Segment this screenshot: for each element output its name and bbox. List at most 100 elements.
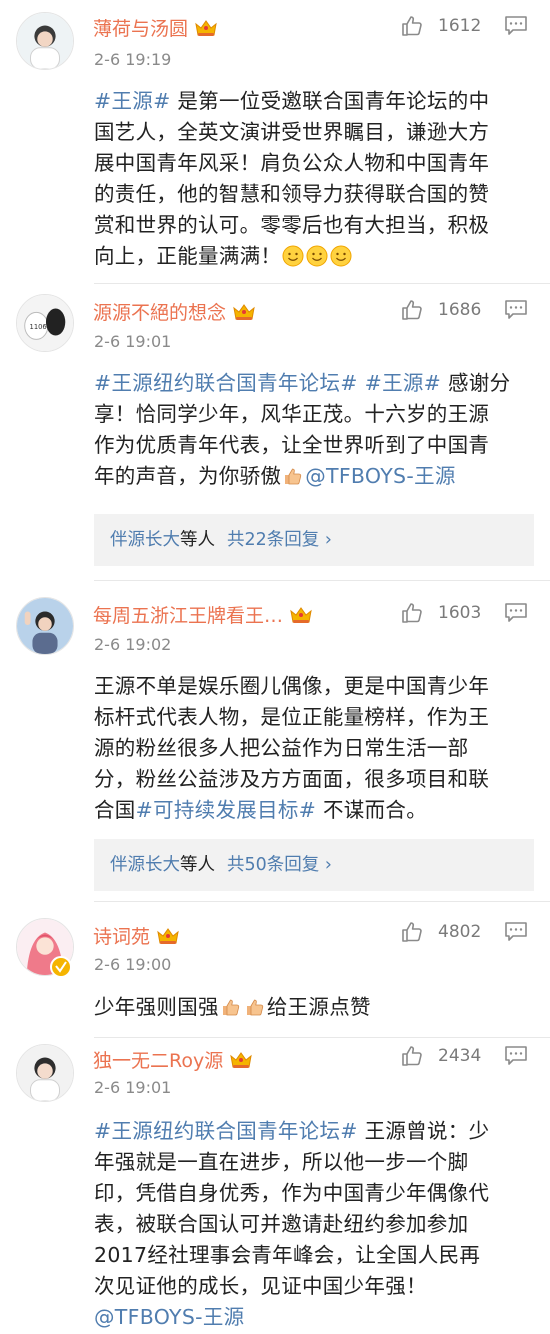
username-text: 独一无二Roy源	[93, 1050, 224, 1072]
avatar[interactable]	[16, 1044, 74, 1102]
text-segment: 是第一位受邀联合国青年论坛的中	[170, 89, 490, 113]
reply-icon[interactable]	[504, 602, 528, 624]
username-text: 每周五浙江王牌看王…	[93, 605, 284, 627]
text-line: 合国#可持续发展目标# 不谋而合。	[94, 795, 534, 826]
divider	[94, 901, 550, 902]
text-line: @TFBOYS-王源	[94, 1302, 534, 1333]
reply-mid-text: 等人	[180, 855, 215, 875]
reply-icon[interactable]	[504, 15, 528, 37]
crown-icon	[156, 926, 180, 946]
smile-emoji-icon	[330, 245, 352, 267]
divider	[94, 283, 550, 284]
actions: 1612	[400, 14, 528, 38]
text-line: 展中国青年风采！肩负公众人物和中国青年	[94, 151, 490, 175]
username[interactable]: 诗词苑	[93, 922, 180, 949]
mention-link[interactable]: @TFBOYS-王源	[305, 464, 455, 488]
thumbs-up-emoji-icon	[282, 465, 304, 487]
username[interactable]: 源源不絕的想念	[93, 298, 256, 325]
text-segment: 感谢分	[441, 371, 511, 395]
text-line: 表，被联合国认可并邀请赴纽约参加参加	[94, 1212, 469, 1236]
reply-icon[interactable]	[504, 921, 528, 943]
timestamp: 2-6 19:01	[94, 1078, 172, 1097]
avatar[interactable]	[16, 12, 74, 70]
hashtag-link[interactable]: #王源#	[365, 371, 442, 395]
thumbs-up-emoji-icon	[244, 996, 266, 1018]
text-line: #王源纽约联合国青年论坛# #王源# 感谢分	[94, 368, 534, 399]
text-line: 国艺人，全英文演讲受世界瞩目，谦逊大方	[94, 120, 490, 144]
text-line: 次见证他的成长，见证中国少年强！	[94, 1274, 427, 1298]
reply-icon[interactable]	[504, 299, 528, 321]
like-count: 1686	[438, 300, 482, 320]
text-segment: 合国	[94, 798, 136, 822]
text-line: #王源# 是第一位受邀联合国青年论坛的中	[94, 86, 534, 117]
actions: 2434	[400, 1044, 528, 1068]
divider	[94, 580, 550, 581]
crown-icon	[232, 302, 256, 322]
crown-icon	[289, 605, 313, 625]
reply-count[interactable]: 共50条回复 ›	[227, 855, 332, 875]
text-segment: 少年强则国强	[94, 995, 219, 1019]
text-line: 赏和世界的认可。零零后也有大担当，积极	[94, 213, 490, 237]
text-segment	[358, 371, 365, 395]
like-count: 2434	[438, 1046, 482, 1066]
comment-text: 少年强则国强 给王源点赞	[94, 992, 534, 1023]
mention-link[interactable]: @TFBOYS-王源	[94, 1305, 244, 1329]
reply-mid-text: 等人	[180, 530, 215, 550]
comment-text: #王源纽约联合国青年论坛# 王源曾说：少 年强就是一直在进步，所以他一步一个脚 …	[94, 1116, 534, 1333]
text-line: 向上，正能量满满！	[94, 241, 534, 272]
hashtag-link[interactable]: #王源#	[94, 89, 171, 113]
username[interactable]: 每周五浙江王牌看王…	[93, 601, 313, 628]
timestamp: 2-6 19:19	[94, 50, 172, 69]
timestamp: 2-6 19:00	[94, 955, 172, 974]
hashtag-link[interactable]: #可持续发展目标#	[136, 798, 317, 822]
crown-icon	[229, 1050, 253, 1070]
avatar[interactable]: 1106	[16, 294, 74, 352]
thumb-up-icon[interactable]	[400, 601, 424, 625]
text-line: 年的声音，为你骄傲 @TFBOYS-王源	[94, 461, 534, 492]
username[interactable]: 薄荷与汤圆	[93, 14, 218, 41]
smile-emoji-icon	[282, 245, 304, 267]
thumbs-up-emoji-icon	[220, 996, 242, 1018]
crown-icon	[194, 18, 218, 38]
text-line: 印，凭借自身优秀，作为中国青少年偶像代	[94, 1181, 490, 1205]
text-line: 分，粉丝公益涉及方方面面，很多项目和联	[94, 767, 490, 791]
username[interactable]: 独一无二Roy源	[93, 1046, 253, 1073]
thumb-up-icon[interactable]	[400, 1044, 424, 1068]
hashtag-link[interactable]: #王源纽约联合国青年论坛#	[94, 1119, 358, 1143]
thumb-up-icon[interactable]	[400, 14, 424, 38]
verified-badge-icon	[50, 956, 72, 978]
text-line: 标杆式代表人物，是位正能量榜样，作为王	[94, 705, 490, 729]
text-line: 2017经社理事会青年峰会，让全国人民再	[94, 1243, 481, 1267]
comment-text: #王源纽约联合国青年论坛# #王源# 感谢分 享！恰同学少年，风华正茂。十六岁的…	[94, 368, 534, 492]
timestamp: 2-6 19:01	[94, 332, 172, 351]
text-line: 源的粉丝很多人把公益作为日常生活一部	[94, 736, 469, 760]
divider	[94, 1037, 550, 1038]
text-line: 作为优质青年代表，让全世界听到了中国青	[94, 433, 490, 457]
avatar[interactable]	[16, 597, 74, 655]
text-segment: 王源曾说：少	[357, 1119, 490, 1143]
timestamp: 2-6 19:02	[94, 635, 172, 654]
username-text: 薄荷与汤圆	[93, 18, 189, 40]
text-line: #王源纽约联合国青年论坛# 王源曾说：少	[94, 1116, 534, 1147]
svg-text:1106: 1106	[30, 323, 47, 331]
smile-emoji-icon	[306, 245, 328, 267]
replies-summary[interactable]: 伴源长大等人 共50条回复 ›	[94, 839, 534, 891]
reply-icon[interactable]	[504, 1045, 528, 1067]
like-count: 1612	[438, 16, 482, 36]
text-line: 享！恰同学少年，风华正茂。十六岁的王源	[94, 402, 490, 426]
text-line: 的责任，他的智慧和领导力获得联合国的赞	[94, 182, 490, 206]
reply-user[interactable]: 伴源长大	[110, 530, 180, 550]
reply-user[interactable]: 伴源长大	[110, 855, 180, 875]
hashtag-link[interactable]: #王源纽约联合国青年论坛#	[94, 371, 358, 395]
thumb-up-icon[interactable]	[400, 920, 424, 944]
reply-count[interactable]: 共22条回复 ›	[227, 530, 332, 550]
replies-summary[interactable]: 伴源长大等人 共22条回复 ›	[94, 514, 534, 566]
actions: 1603	[400, 601, 528, 625]
username-text: 诗词苑	[93, 926, 151, 948]
comment-text: 王源不单是娱乐圈儿偶像，更是中国青少年 标杆式代表人物，是位正能量榜样，作为王 …	[94, 671, 534, 826]
thumb-up-icon[interactable]	[400, 298, 424, 322]
text-line: 年强就是一直在进步，所以他一步一个脚	[94, 1150, 469, 1174]
actions: 4802	[400, 920, 528, 944]
text-segment: 向上，正能量满满！	[94, 244, 282, 268]
text-segment: 年的声音，为你骄傲	[94, 464, 282, 488]
